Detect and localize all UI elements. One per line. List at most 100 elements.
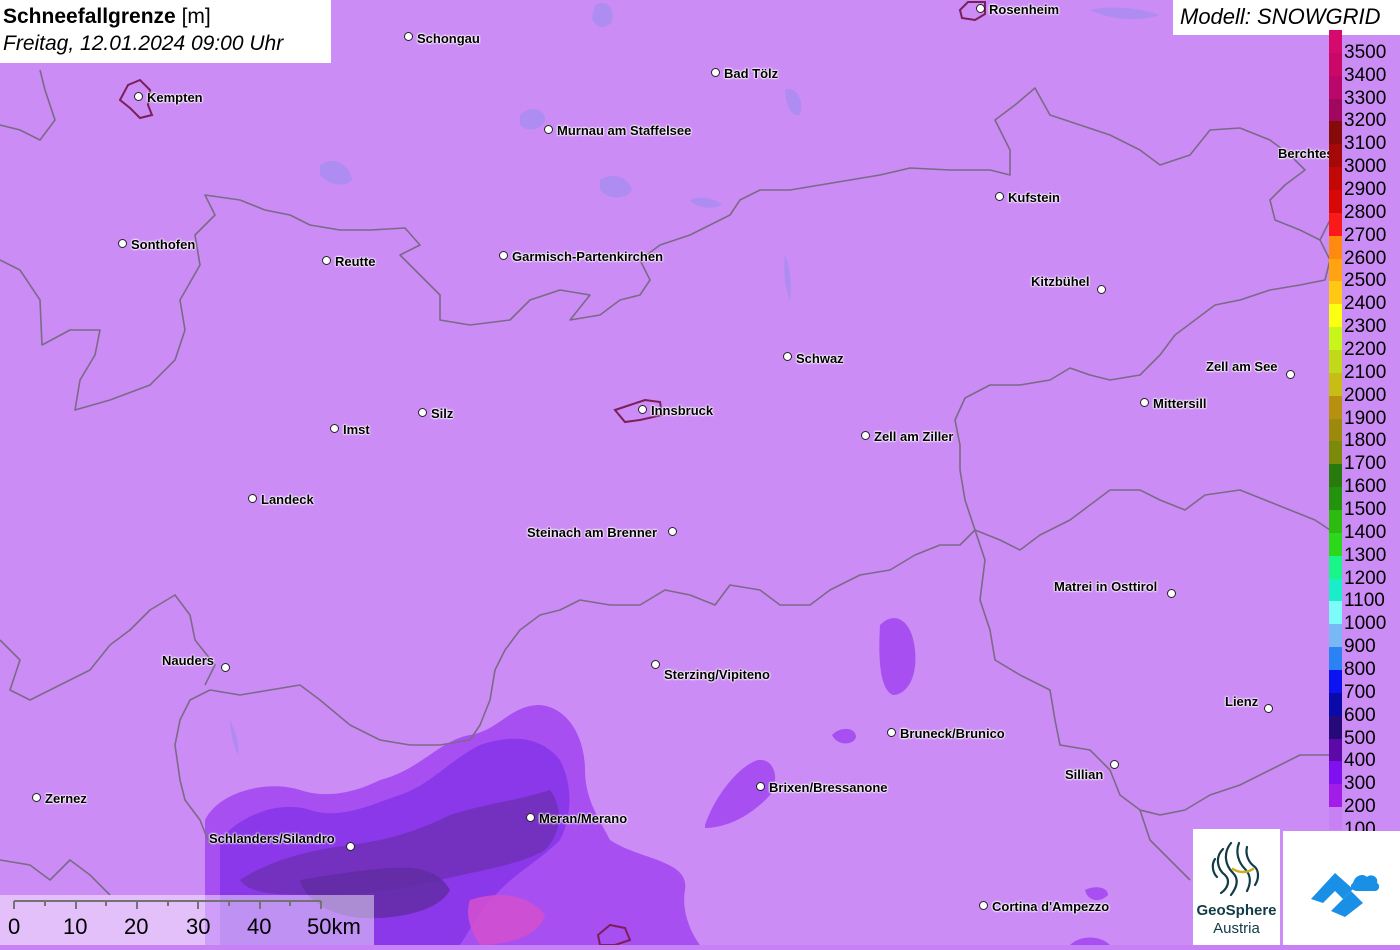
- legend-label: 2900: [1344, 179, 1387, 200]
- city-dot[interactable]: [979, 901, 988, 910]
- city-label-bruneck[interactable]: Bruneck/Brunico: [900, 726, 1005, 741]
- legend-label: 2200: [1344, 339, 1387, 360]
- legend-label: 3000: [1344, 156, 1387, 178]
- city-label-landeck[interactable]: Landeck: [261, 492, 314, 507]
- city-dot[interactable]: [638, 405, 647, 414]
- city-label-kufstein[interactable]: Kufstein: [1008, 190, 1060, 205]
- legend-swatch: [1329, 395, 1342, 420]
- city-dot[interactable]: [248, 494, 257, 503]
- city-label-zernez[interactable]: Zernez: [45, 791, 87, 806]
- legend-swatch: [1329, 281, 1342, 305]
- legend-label: 1100: [1344, 590, 1385, 612]
- city-label-mittersill[interactable]: Mittersill: [1153, 396, 1206, 411]
- city-label-innsbruck[interactable]: Innsbruck: [651, 403, 713, 418]
- legend-swatch: [1329, 52, 1342, 77]
- city-label-zell-am-ziller[interactable]: Zell am Ziller: [874, 429, 953, 444]
- legend-label: 1500: [1344, 499, 1387, 520]
- city-label-meran[interactable]: Meran/Merano: [539, 811, 627, 826]
- map-title-unit: [m]: [181, 5, 211, 28]
- legend-swatch: [1329, 555, 1342, 580]
- legend-swatch: [1329, 350, 1342, 374]
- city-label-garmisch[interactable]: Garmisch-Partenkirchen: [512, 249, 663, 264]
- city-dot[interactable]: [1264, 704, 1273, 713]
- legend-swatch: [1329, 647, 1342, 671]
- scale-label: 10: [63, 914, 88, 939]
- city-label-steinach[interactable]: Steinach am Brenner: [527, 525, 657, 540]
- city-label-rosenheim[interactable]: Rosenheim: [989, 2, 1059, 17]
- legend-swatch: [1329, 441, 1342, 465]
- city-label-imst[interactable]: Imst: [343, 422, 370, 437]
- city-dot[interactable]: [118, 239, 127, 248]
- city-dot[interactable]: [1110, 760, 1119, 769]
- city-dot[interactable]: [783, 352, 792, 361]
- city-label-berchtesgaden[interactable]: Berchtesgaden: [1278, 146, 1329, 161]
- legend-label: 1800: [1344, 430, 1387, 452]
- legend-label: 300: [1344, 773, 1376, 795]
- city-dot[interactable]: [418, 408, 427, 417]
- legend-swatch: [1329, 510, 1342, 534]
- legend-swatch: [1329, 212, 1342, 237]
- city-label-schongau[interactable]: Schongau: [417, 31, 480, 46]
- city-label-schlanders[interactable]: Schlanders/Silandro: [209, 831, 335, 846]
- map-title-box: Schneefallgrenze [m] Freitag, 12.01.2024…: [0, 0, 331, 63]
- city-label-bad-toelz[interactable]: Bad Tölz: [724, 66, 778, 81]
- legend-label: 1300: [1344, 544, 1387, 566]
- city-dot[interactable]: [526, 813, 535, 822]
- legend-label: 2600: [1344, 247, 1387, 269]
- city-dot[interactable]: [1097, 285, 1106, 294]
- city-dot[interactable]: [1140, 398, 1149, 407]
- city-label-kempten[interactable]: Kempten: [147, 90, 203, 105]
- city-dot[interactable]: [887, 728, 896, 737]
- legend-swatch: [1329, 738, 1342, 762]
- city-label-lienz[interactable]: Lienz: [1225, 694, 1258, 709]
- geosphere-logo[interactable]: GeoSphere Austria: [1193, 829, 1280, 945]
- legend-swatch: [1329, 761, 1342, 785]
- legend-label: 2000: [1344, 384, 1387, 406]
- scale-label: 20: [124, 914, 149, 939]
- city-label-cortina[interactable]: Cortina d'Ampezzo: [992, 899, 1109, 914]
- city-label-zell-am-see[interactable]: Zell am See: [1206, 359, 1278, 374]
- snowfall-map[interactable]: [0, 0, 1400, 945]
- legend-label: 900: [1344, 636, 1376, 658]
- city-dot[interactable]: [976, 4, 985, 13]
- city-label-silz[interactable]: Silz: [431, 406, 453, 421]
- legend-swatch: [1329, 304, 1342, 328]
- scale-label: 50km: [307, 914, 361, 939]
- city-dot[interactable]: [651, 660, 660, 669]
- city-label-reutte[interactable]: Reutte: [335, 254, 375, 269]
- city-label-murnau[interactable]: Murnau am Staffelsee: [557, 123, 691, 138]
- city-label-schwaz[interactable]: Schwaz: [796, 351, 844, 366]
- city-dot[interactable]: [756, 782, 765, 791]
- legend-swatch: [1329, 258, 1342, 282]
- city-dot[interactable]: [861, 431, 870, 440]
- city-dot[interactable]: [711, 68, 720, 77]
- legend-swatch: [1329, 327, 1342, 351]
- legend-swatch: [1329, 670, 1342, 694]
- legend-swatch: [1329, 98, 1342, 122]
- terrain-relief: [0, 0, 1400, 945]
- city-label-sonthofen[interactable]: Sonthofen: [131, 237, 195, 252]
- city-dot[interactable]: [346, 842, 355, 851]
- city-dot[interactable]: [221, 663, 230, 672]
- city-dot[interactable]: [32, 793, 41, 802]
- city-label-sillian[interactable]: Sillian: [1065, 767, 1103, 782]
- city-dot[interactable]: [322, 256, 331, 265]
- city-dot[interactable]: [668, 527, 677, 536]
- city-label-matrei[interactable]: Matrei in Osttirol: [1054, 579, 1157, 594]
- legend-label: 2300: [1344, 316, 1387, 338]
- snowgrid-logo[interactable]: [1283, 831, 1400, 945]
- city-label-brixen[interactable]: Brixen/Bressanone: [769, 780, 888, 795]
- city-dot[interactable]: [544, 125, 553, 134]
- city-dot[interactable]: [1286, 370, 1295, 379]
- city-dot[interactable]: [995, 192, 1004, 201]
- city-dot[interactable]: [404, 32, 413, 41]
- map-title: Schneefallgrenze [m]: [3, 4, 331, 30]
- city-dot[interactable]: [499, 251, 508, 260]
- city-dot[interactable]: [330, 424, 339, 433]
- city-dot[interactable]: [1167, 589, 1176, 598]
- legend-swatch: [1329, 372, 1342, 397]
- city-label-sterzing[interactable]: Sterzing/Vipiteno: [664, 667, 770, 682]
- city-label-nauders[interactable]: Nauders: [162, 653, 214, 668]
- city-dot[interactable]: [134, 92, 143, 101]
- city-label-kitzbuehel[interactable]: Kitzbühel: [1031, 274, 1090, 289]
